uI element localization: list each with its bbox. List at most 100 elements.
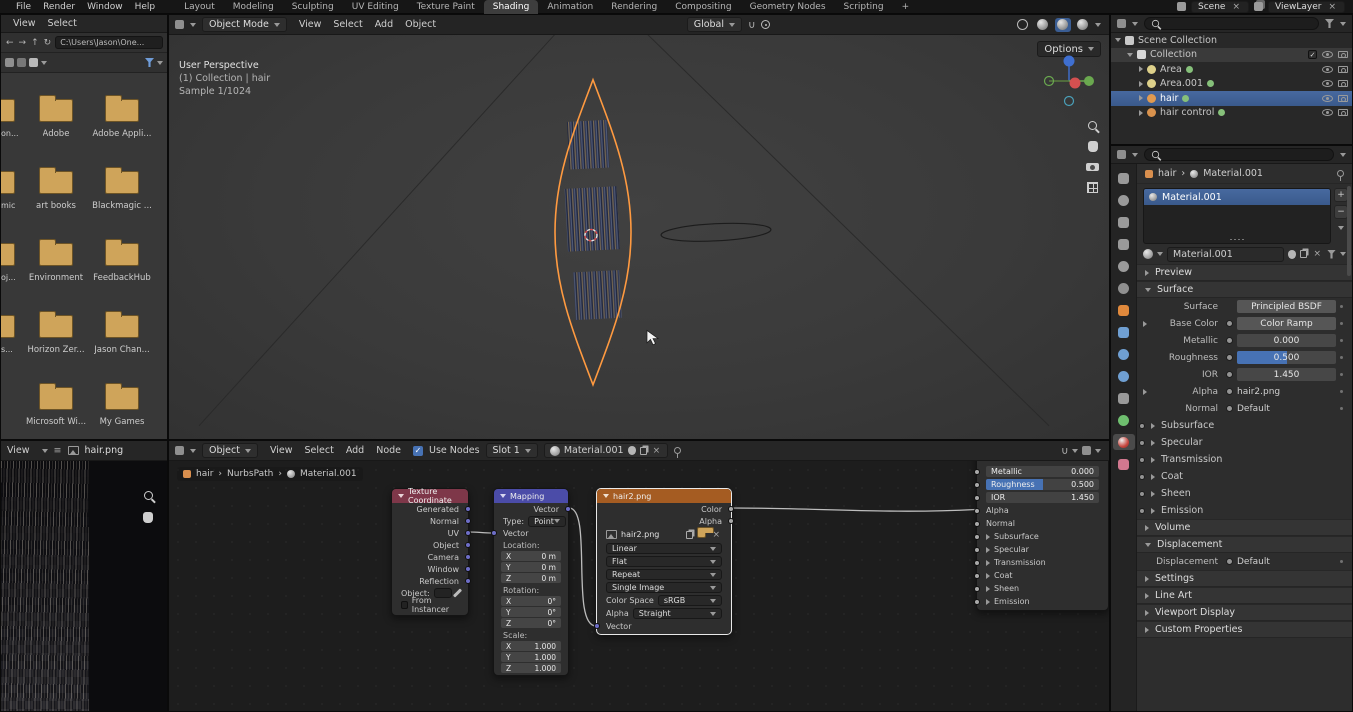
workspace-tab[interactable]: Scripting bbox=[835, 0, 893, 14]
properties-tab[interactable] bbox=[1113, 346, 1135, 362]
property-row[interactable]: Surface Principled BSDF bbox=[1137, 298, 1352, 315]
remove-viewlayer-icon[interactable]: × bbox=[1326, 2, 1338, 12]
animate-dot[interactable] bbox=[1336, 390, 1346, 393]
workspace-tab[interactable]: Modeling bbox=[224, 0, 283, 14]
hide-eye-icon[interactable] bbox=[1322, 109, 1333, 116]
unlink-icon[interactable]: × bbox=[1230, 2, 1242, 12]
expand-caret-icon[interactable] bbox=[986, 560, 990, 566]
workspace-tab[interactable]: Texture Paint bbox=[408, 0, 484, 14]
folder-item[interactable]: Adobe Appli... bbox=[89, 87, 155, 159]
rotation-value-field[interactable]: Y0° bbox=[501, 607, 561, 617]
panel-header[interactable]: Custom Properties bbox=[1137, 621, 1352, 638]
workspace-tab[interactable]: Shading bbox=[484, 0, 539, 14]
material-chip[interactable]: Material.001 × bbox=[544, 443, 668, 458]
scrollbar[interactable] bbox=[1347, 186, 1351, 276]
menu-item[interactable]: Node bbox=[370, 445, 407, 456]
display-horizontal-list-icon[interactable] bbox=[17, 58, 26, 67]
shader-editor[interactable]: Object ViewSelectAddNode ✓ Use Nodes Slo… bbox=[168, 440, 1110, 712]
menu-item[interactable]: Add bbox=[369, 19, 399, 30]
expand-caret-icon[interactable] bbox=[1139, 110, 1143, 116]
shading-solid-button[interactable] bbox=[1035, 18, 1051, 32]
menu-item[interactable]: Window bbox=[81, 2, 129, 12]
hide-eye-icon[interactable] bbox=[1322, 95, 1333, 102]
input-socket[interactable] bbox=[974, 508, 980, 514]
expand-caret-icon[interactable] bbox=[1143, 321, 1147, 327]
bsdf-section-row[interactable]: Subsurface bbox=[977, 530, 1108, 543]
navigation-gizmo[interactable] bbox=[1041, 53, 1097, 109]
folder-item[interactable]: Blackmagic ... bbox=[89, 159, 155, 231]
shading-rendered-button[interactable] bbox=[1075, 18, 1091, 32]
disable-render-icon[interactable] bbox=[1338, 51, 1348, 58]
animate-dot[interactable] bbox=[1336, 305, 1346, 308]
resize-grip[interactable] bbox=[1229, 238, 1245, 241]
toggle-ortho-icon[interactable] bbox=[1087, 182, 1098, 193]
folder-item[interactable]: art books bbox=[23, 159, 89, 231]
panel-header[interactable]: Viewport Display bbox=[1137, 604, 1352, 621]
node-principled-bsdf[interactable]: Metallic0.000 Roughness0.500 IOR1.450 bbox=[976, 461, 1109, 611]
animate-dot[interactable] bbox=[1336, 356, 1346, 359]
animate-dot[interactable] bbox=[1336, 373, 1346, 376]
node-texture-coordinate[interactable]: Texture Coordinate Generated Normal UV bbox=[391, 488, 469, 616]
properties-tab[interactable] bbox=[1113, 390, 1135, 406]
nav-forward-icon[interactable]: → bbox=[18, 38, 28, 48]
outliner-row[interactable]: hair control ✓ bbox=[1111, 106, 1352, 121]
output-socket[interactable] bbox=[465, 530, 471, 536]
output-socket[interactable] bbox=[465, 542, 471, 548]
image-name[interactable]: hair.png bbox=[85, 445, 124, 456]
image-option-dropdown[interactable]: Linear bbox=[606, 543, 722, 554]
panel-header[interactable]: Settings bbox=[1137, 570, 1352, 587]
image-filename[interactable]: hair2.png bbox=[621, 530, 682, 539]
bsdf-slider-row[interactable]: Metallic0.000 bbox=[977, 465, 1108, 478]
disable-render-icon[interactable] bbox=[1338, 95, 1348, 102]
properties-tab[interactable] bbox=[1113, 236, 1135, 252]
bsdf-section-row[interactable]: Emission bbox=[977, 595, 1108, 608]
properties-tab[interactable] bbox=[1113, 258, 1135, 274]
properties-tab[interactable] bbox=[1113, 214, 1135, 230]
workspace-tab[interactable]: UV Editing bbox=[343, 0, 408, 14]
subpanel-header[interactable]: Sheen bbox=[1137, 485, 1352, 502]
shading-wireframe-button[interactable] bbox=[1015, 18, 1031, 32]
folder-item[interactable]: s... bbox=[1, 303, 21, 375]
new-material-icon[interactable] bbox=[640, 447, 647, 455]
workspace-tab[interactable]: Compositing bbox=[666, 0, 740, 14]
material-name-field[interactable]: Material.001 bbox=[1167, 247, 1284, 262]
collapse-caret-icon[interactable] bbox=[603, 494, 609, 498]
bsdf-section-row[interactable]: Sheen bbox=[977, 582, 1108, 595]
mode-selector[interactable]: Object Mode bbox=[202, 17, 287, 32]
image-option-dropdown[interactable]: Repeat bbox=[606, 569, 722, 580]
panel-socket[interactable] bbox=[974, 560, 980, 566]
collapse-caret-icon[interactable] bbox=[398, 494, 404, 498]
hair-texture-preview[interactable] bbox=[1, 461, 89, 711]
disable-render-icon[interactable] bbox=[1338, 66, 1348, 73]
scale-value-field[interactable]: Y1.000 bbox=[501, 652, 561, 662]
node-mapping[interactable]: Mapping Vector Type:Point Vector Locatio… bbox=[493, 488, 569, 676]
menu-item[interactable]: Object bbox=[399, 19, 442, 30]
editor-type-icon[interactable] bbox=[175, 446, 184, 455]
material-slot-list[interactable]: Material.001 bbox=[1143, 188, 1331, 244]
menu-item[interactable]: Help bbox=[129, 2, 162, 12]
output-socket[interactable] bbox=[728, 518, 734, 524]
folder-item[interactable]: My Games bbox=[89, 375, 155, 440]
options-caret-icon[interactable] bbox=[1340, 153, 1346, 157]
proportional-editing-icon[interactable] bbox=[761, 20, 770, 29]
bsdf-section-row[interactable]: Transmission bbox=[977, 556, 1108, 569]
properties-tab[interactable] bbox=[1113, 368, 1135, 384]
pan-hand-icon[interactable] bbox=[1088, 141, 1098, 152]
expand-caret-icon[interactable] bbox=[986, 586, 990, 592]
properties-tab[interactable] bbox=[1113, 456, 1135, 472]
animate-dot[interactable] bbox=[1336, 407, 1346, 410]
folder-item[interactable]: Horizon Zer... bbox=[23, 303, 89, 375]
output-socket[interactable] bbox=[565, 506, 571, 512]
bsdf-slider-row[interactable]: Roughness0.500 bbox=[977, 478, 1108, 491]
input-socket[interactable] bbox=[491, 530, 497, 536]
rotation-value-field[interactable]: X0° bbox=[501, 596, 561, 606]
filter-caret-icon[interactable] bbox=[157, 61, 163, 65]
browse-caret-icon[interactable] bbox=[1157, 252, 1163, 256]
display-thumbnails-icon[interactable] bbox=[29, 58, 38, 67]
folder-item[interactable]: Environment bbox=[23, 231, 89, 303]
menu-item-view[interactable]: View bbox=[7, 445, 36, 456]
input-socket[interactable] bbox=[974, 495, 980, 501]
overlays-icon[interactable] bbox=[1082, 446, 1091, 455]
editor-type-icon[interactable] bbox=[1117, 150, 1126, 159]
pin-icon[interactable] bbox=[1337, 170, 1344, 177]
